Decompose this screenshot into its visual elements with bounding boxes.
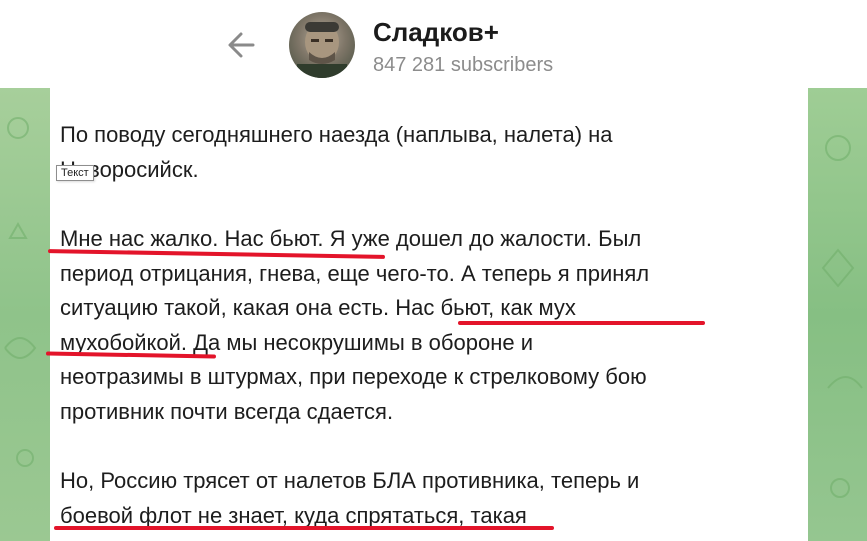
red-underline xyxy=(54,526,554,530)
back-button[interactable] xyxy=(222,25,262,65)
red-underline xyxy=(458,321,705,325)
message-paragraph-3: Но, Россию трясет от налетов БЛА противн… xyxy=(60,468,640,528)
avatar[interactable] xyxy=(289,12,355,78)
tooltip: Текст xyxy=(56,165,94,181)
chat-header: Сладков+ 847 281 subscribers xyxy=(0,0,867,88)
channel-name[interactable]: Сладков+ xyxy=(373,17,499,48)
subscriber-count: 847 281 subscribers xyxy=(373,54,554,76)
chat-wallpaper-right xyxy=(808,88,867,541)
back-arrow-icon xyxy=(228,32,255,58)
message-paragraph-1: По поводу сегодняшнего наезда (наплыва, … xyxy=(60,122,613,182)
chat-wallpaper-left xyxy=(0,88,50,541)
